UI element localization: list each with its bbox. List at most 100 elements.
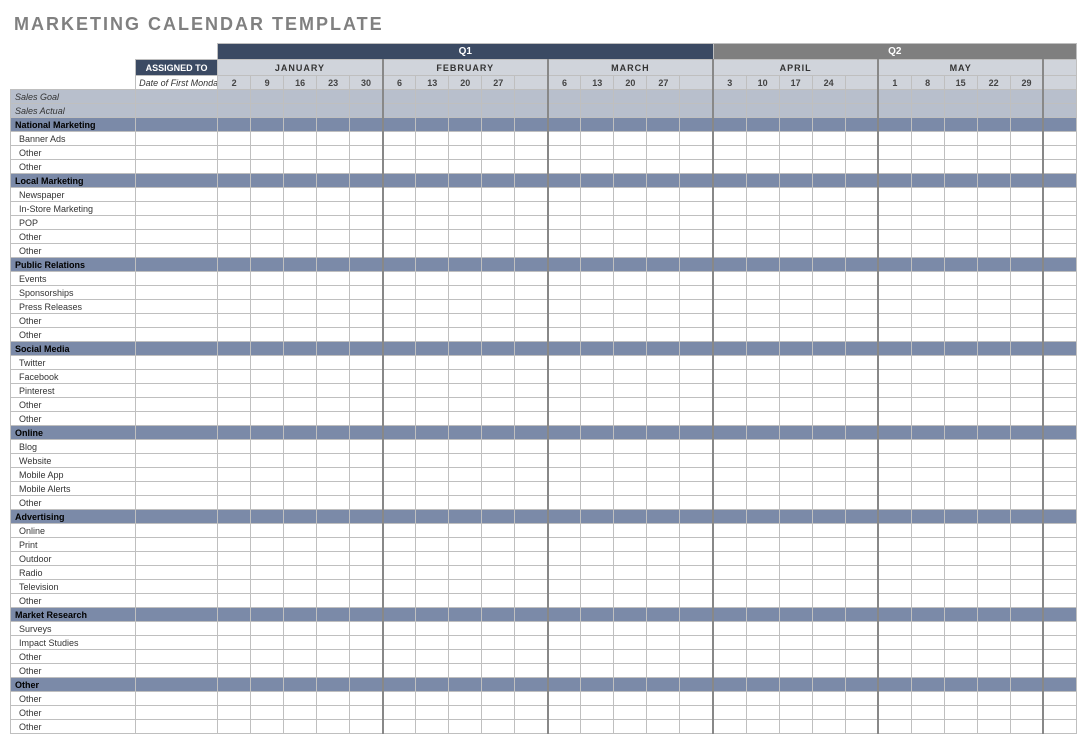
grid-cell[interactable] [713,566,746,580]
grid-cell[interactable] [812,650,845,664]
grid-cell[interactable] [977,160,1010,174]
grid-cell[interactable] [350,552,383,566]
grid-cell[interactable] [350,412,383,426]
grid-cell[interactable] [911,314,944,328]
grid-cell[interactable] [449,384,482,398]
grid-cell[interactable] [482,314,515,328]
grid-cell[interactable] [779,174,812,188]
grid-cell[interactable] [746,174,779,188]
grid-cell[interactable] [878,454,911,468]
grid-cell[interactable] [383,300,416,314]
assigned-cell[interactable] [136,454,218,468]
grid-cell[interactable] [1043,566,1076,580]
grid-cell[interactable] [1010,398,1043,412]
grid-cell[interactable] [1043,146,1076,160]
grid-cell[interactable] [977,426,1010,440]
grid-cell[interactable] [911,188,944,202]
grid-cell[interactable] [911,468,944,482]
grid-cell[interactable] [812,692,845,706]
grid-cell[interactable] [944,468,977,482]
grid-cell[interactable] [944,482,977,496]
grid-cell[interactable] [251,608,284,622]
grid-cell[interactable] [680,160,713,174]
grid-cell[interactable] [614,230,647,244]
grid-cell[interactable] [317,342,350,356]
grid-cell[interactable] [383,118,416,132]
grid-cell[interactable] [812,272,845,286]
grid-cell[interactable] [845,594,878,608]
grid-cell[interactable] [548,314,581,328]
grid-cell[interactable] [317,188,350,202]
grid-cell[interactable] [911,370,944,384]
grid-cell[interactable] [416,524,449,538]
grid-cell[interactable] [647,370,680,384]
grid-cell[interactable] [416,692,449,706]
grid-cell[interactable] [449,314,482,328]
grid-cell[interactable] [647,146,680,160]
grid-cell[interactable] [746,496,779,510]
grid-cell[interactable] [812,384,845,398]
grid-cell[interactable] [383,454,416,468]
grid-cell[interactable] [845,384,878,398]
grid-cell[interactable] [779,706,812,720]
grid-cell[interactable] [1010,202,1043,216]
grid-cell[interactable] [581,174,614,188]
grid-cell[interactable] [284,118,317,132]
grid-cell[interactable] [746,146,779,160]
grid-cell[interactable] [878,538,911,552]
grid-cell[interactable] [911,706,944,720]
grid-cell[interactable] [350,440,383,454]
grid-cell[interactable] [812,594,845,608]
grid-cell[interactable] [647,720,680,734]
grid-cell[interactable] [878,300,911,314]
grid-cell[interactable] [449,524,482,538]
grid-cell[interactable] [1043,524,1076,538]
grid-cell[interactable] [218,678,251,692]
assigned-cell[interactable] [136,398,218,412]
grid-cell[interactable] [581,440,614,454]
grid-cell[interactable] [845,314,878,328]
grid-cell[interactable] [1043,580,1076,594]
grid-cell[interactable] [218,230,251,244]
day-header[interactable]: 6 [383,76,416,90]
grid-cell[interactable] [812,678,845,692]
grid-cell[interactable] [878,524,911,538]
grid-cell[interactable] [548,328,581,342]
grid-cell[interactable] [878,356,911,370]
grid-cell[interactable] [680,174,713,188]
grid-cell[interactable] [845,174,878,188]
grid-cell[interactable] [746,412,779,426]
grid-cell[interactable] [812,566,845,580]
grid-cell[interactable] [581,482,614,496]
grid-cell[interactable] [911,608,944,622]
grid-cell[interactable] [944,552,977,566]
grid-cell[interactable] [218,454,251,468]
grid-cell[interactable] [713,384,746,398]
grid-cell[interactable] [977,272,1010,286]
grid-cell[interactable] [548,216,581,230]
grid-cell[interactable] [581,384,614,398]
grid-cell[interactable] [680,314,713,328]
grid-cell[interactable] [647,412,680,426]
grid-cell[interactable] [911,524,944,538]
grid-cell[interactable] [944,258,977,272]
grid-cell[interactable] [383,636,416,650]
grid-cell[interactable] [317,286,350,300]
grid-cell[interactable] [1043,482,1076,496]
grid-cell[interactable] [779,370,812,384]
grid-cell[interactable] [284,454,317,468]
grid-cell[interactable] [977,286,1010,300]
grid-cell[interactable] [680,440,713,454]
grid-cell[interactable] [977,706,1010,720]
grid-cell[interactable] [812,622,845,636]
grid-cell[interactable] [383,650,416,664]
grid-cell[interactable] [548,188,581,202]
grid-cell[interactable] [713,510,746,524]
grid-cell[interactable] [779,636,812,650]
grid-cell[interactable] [746,244,779,258]
grid-cell[interactable] [647,202,680,216]
grid-cell[interactable] [812,132,845,146]
grid-cell[interactable] [350,524,383,538]
grid-cell[interactable] [812,258,845,272]
grid-cell[interactable] [350,202,383,216]
